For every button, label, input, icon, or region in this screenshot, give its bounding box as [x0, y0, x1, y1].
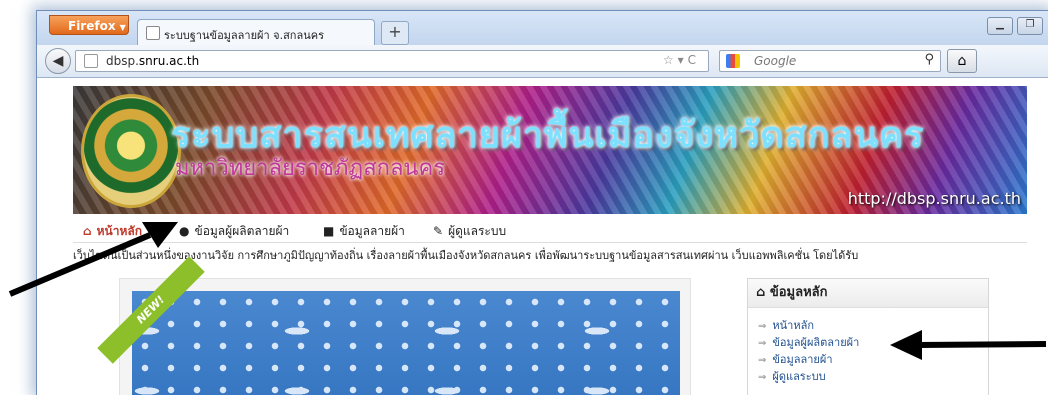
annotation-arrows: [8, 222, 1047, 360]
arrow-head-right: [890, 330, 922, 360]
arrow-left-annotation: [8, 232, 152, 297]
arrow-right-annotation: [917, 341, 1047, 348]
